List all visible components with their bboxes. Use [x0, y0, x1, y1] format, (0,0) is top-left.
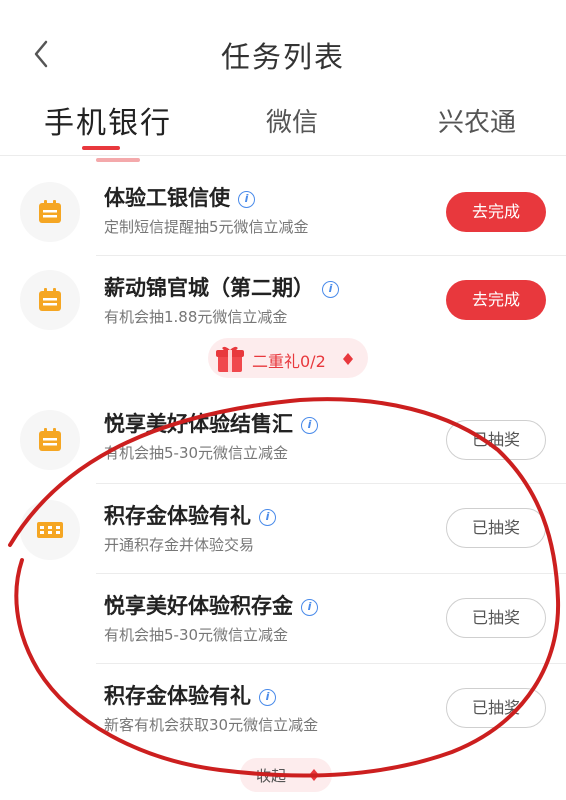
- gift-progress-label: 二重礼0/2: [252, 352, 326, 371]
- scroll-peek-indicator: [96, 158, 140, 162]
- gold-bar-icon: [20, 500, 80, 560]
- already-drawn-button[interactable]: 已抽奖: [446, 598, 546, 638]
- calendar-icon: [20, 182, 80, 242]
- already-drawn-button[interactable]: 已抽奖: [446, 420, 546, 460]
- task-subtitle: 新客有机会获取30元微信立减金: [104, 716, 319, 734]
- header: 任务列表: [0, 0, 566, 100]
- task-subtitle: 有机会抽1.88元微信立减金: [104, 308, 288, 326]
- tab-bar: 手机银行 微信 兴农通: [0, 96, 566, 156]
- info-icon[interactable]: i: [259, 508, 276, 526]
- gift-icon: [216, 346, 244, 372]
- task-row: 悦享美好体验结售汇 i 有机会抽5-30元微信立减金 已抽奖: [0, 394, 566, 484]
- task-row: 悦享美好体验积存金 i 有机会抽5-30元微信立减金 已抽奖: [0, 574, 566, 664]
- page-title: 任务列表: [220, 40, 345, 74]
- tab-mobile-banking[interactable]: 手机银行: [44, 98, 172, 142]
- task-title: 积存金体验有礼 i: [104, 500, 276, 530]
- info-icon[interactable]: i: [301, 598, 318, 616]
- task-subtitle: 有机会抽5-30元微信立减金: [104, 626, 289, 644]
- task-title: 薪动锦官城（第二期） i: [104, 272, 339, 302]
- expand-drop-icon: [343, 353, 353, 365]
- already-drawn-button[interactable]: 已抽奖: [446, 688, 546, 728]
- info-icon[interactable]: i: [301, 416, 318, 434]
- task-row: 薪动锦官城（第二期） i 有机会抽1.88元微信立减金 去完成: [0, 256, 566, 346]
- collapse-label: 收起: [256, 767, 287, 785]
- task-row: 积存金体验有礼 i 开通积存金并体验交易 已抽奖: [0, 484, 566, 574]
- task-subtitle: 定制短信提醒抽5元微信立减金: [104, 218, 309, 236]
- collapse-arrow-icon: [309, 769, 319, 781]
- info-icon[interactable]: i: [322, 280, 339, 298]
- task-title: 悦享美好体验结售汇 i: [104, 408, 318, 438]
- gift-progress-pill[interactable]: 二重礼0/2: [208, 338, 368, 378]
- task-subtitle: 开通积存金并体验交易: [104, 536, 255, 554]
- task-title: 悦享美好体验积存金 i: [104, 590, 318, 620]
- calendar-icon: [20, 410, 80, 470]
- task-title: 积存金体验有礼 i: [104, 680, 276, 710]
- calendar-icon: [20, 270, 80, 330]
- tab-wechat[interactable]: 微信: [266, 102, 318, 139]
- tab-xingnongtong[interactable]: 兴农通: [438, 102, 516, 139]
- go-complete-button[interactable]: 去完成: [446, 280, 546, 320]
- active-tab-indicator: [82, 146, 120, 150]
- info-icon[interactable]: i: [259, 688, 276, 706]
- already-drawn-button[interactable]: 已抽奖: [446, 508, 546, 548]
- task-row: 体验工银信使 i 定制短信提醒抽5元微信立减金 去完成: [0, 166, 566, 256]
- task-title: 体验工银信使 i: [104, 182, 255, 212]
- task-row: 积存金体验有礼 i 新客有机会获取30元微信立减金 已抽奖: [0, 664, 566, 754]
- info-icon[interactable]: i: [238, 190, 255, 208]
- go-complete-button[interactable]: 去完成: [446, 192, 546, 232]
- collapse-button[interactable]: 收起: [240, 758, 332, 792]
- task-subtitle: 有机会抽5-30元微信立减金: [104, 444, 289, 462]
